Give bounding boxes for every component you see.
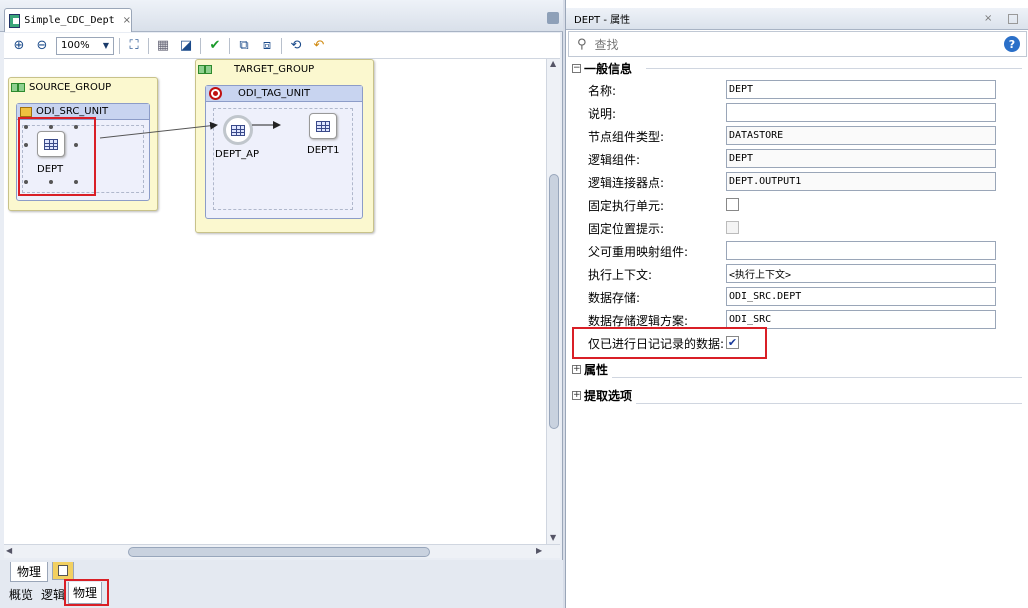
properties-title: DEPT - 属性 (574, 15, 631, 26)
mapping-canvas[interactable]: SOURCE_GROUP ODI_SRC_UNIT DEPT TARGET_GR… (4, 59, 546, 544)
toolbar-divider (281, 37, 282, 54)
prop-row-fixed-execution-unit: 固定执行单元: (588, 194, 998, 215)
prop-label-logical-connector: 逻辑连接器点: (588, 176, 665, 190)
vertical-scrollbar[interactable]: ▲ ▼ (546, 59, 560, 544)
expand-icon[interactable]: + (572, 364, 581, 374)
tab-overview[interactable]: 概览 (6, 584, 36, 604)
prop-row-description: 说明: (588, 102, 998, 123)
prop-label-parent-reusable: 父可重用映射组件: (588, 245, 689, 259)
tab-logical-label: 逻辑 (40, 587, 65, 602)
layout-icon[interactable]: ◪ (177, 37, 195, 55)
fixed-location-hint-checkbox[interactable] (726, 221, 739, 234)
tab-overview-label: 概览 (8, 587, 33, 602)
toolbar-divider (229, 37, 230, 54)
section-extract-label: 提取选项 (584, 388, 633, 403)
scroll-right-icon[interactable]: ▶ (536, 546, 542, 555)
search-icon: ⚲ (577, 36, 587, 52)
section-divider (646, 68, 1022, 69)
horizontal-scrollbar[interactable]: ◀ ▶ (4, 544, 560, 558)
toolbar-divider (119, 37, 120, 54)
fit-icon[interactable]: ⛶ (125, 37, 143, 55)
mapping-icon (9, 13, 21, 28)
ungroup-icon[interactable]: ⧈ (258, 37, 276, 55)
properties-search[interactable]: ⚲ 查找 ? (568, 31, 1027, 57)
prop-label-logical-component: 逻辑组件: (588, 153, 641, 167)
prop-label-name: 名称: (588, 84, 617, 98)
mapping-editor-panel: Simple_CDC_Dept × ⊕ ⊖ 100% ⛶ ▦ ◪ ✔ ⧉ ⧈ ⟲… (0, 0, 563, 608)
description-field[interactable] (726, 103, 996, 122)
editor-tab-simple-cdc-dept[interactable]: Simple_CDC_Dept × (4, 8, 132, 32)
refresh-icon[interactable]: ⟲ (287, 37, 305, 55)
vertical-scroll-thumb[interactable] (549, 174, 559, 429)
scroll-up-icon[interactable]: ▲ (550, 59, 556, 68)
scroll-left-icon[interactable]: ◀ (6, 546, 12, 555)
prop-label-fixed-execution-unit: 固定执行单元: (588, 199, 665, 213)
search-input[interactable]: 查找 (595, 36, 619, 53)
highlight-journalized-only (572, 327, 767, 359)
toolbar-divider (200, 37, 201, 54)
scroll-down-icon[interactable]: ▼ (550, 533, 556, 542)
minimize-icon[interactable] (1008, 14, 1018, 24)
zoom-out-icon[interactable]: ⊖ (33, 37, 51, 55)
undo-icon[interactable]: ↶ (310, 37, 328, 55)
grid-icon[interactable]: ▦ (154, 37, 172, 55)
zoom-select[interactable]: 100% (56, 36, 114, 55)
section-divider (636, 403, 1022, 404)
toolbar-divider (148, 37, 149, 54)
panel-menu-icon[interactable] (547, 12, 559, 24)
collapse-icon[interactable]: − (572, 63, 581, 73)
prop-row-fixed-location-hint: 固定位置提示: (588, 217, 998, 238)
expand-icon[interactable]: + (572, 390, 581, 400)
close-icon[interactable]: × (984, 13, 992, 24)
section-attributes-label: 属性 (584, 362, 609, 377)
close-icon[interactable]: × (123, 15, 131, 26)
connector-source-to-ap[interactable] (99, 121, 218, 139)
tab-physical-upper-label: 物理 (16, 565, 41, 579)
section-general[interactable]: − 一般信息 (572, 60, 632, 76)
section-extract-options[interactable]: + 提取选项 (572, 387, 632, 403)
prop-row-node-type: 节点组件类型: DATASTORE (588, 125, 998, 146)
validate-check-icon[interactable]: ✔ (206, 37, 224, 55)
datastore-field[interactable]: ODI_SRC.DEPT (726, 287, 996, 306)
node-type-field[interactable]: DATASTORE (726, 126, 996, 145)
fixed-execution-unit-checkbox[interactable] (726, 198, 739, 211)
highlight-physical-tab (64, 579, 109, 606)
tab-properties-icon[interactable] (52, 562, 74, 580)
help-icon[interactable]: ? (1004, 36, 1020, 52)
editor-toolbar: ⊕ ⊖ 100% ⛶ ▦ ◪ ✔ ⧉ ⧈ ⟲ ↶ (4, 33, 560, 59)
execution-context-field[interactable]: <执行上下文> (726, 264, 996, 283)
group-icon[interactable]: ⧉ (235, 37, 253, 55)
name-field[interactable]: DEPT (726, 80, 996, 99)
prop-row-logical-connector: 逻辑连接器点: DEPT.OUTPUT1 (588, 171, 998, 192)
horizontal-scroll-thumb[interactable] (128, 547, 430, 557)
editor-tab-bar: Simple_CDC_Dept × (0, 0, 563, 32)
section-divider (612, 377, 1022, 378)
note-icon (58, 565, 68, 576)
bottom-tab-area: 物理 概览 逻辑 物理 (0, 560, 563, 608)
tab-physical-upper[interactable]: 物理 (10, 562, 48, 582)
section-attributes[interactable]: + 属性 (572, 361, 608, 377)
section-general-label: 一般信息 (584, 61, 633, 76)
zoom-value: 100% (61, 40, 90, 51)
prop-label-fixed-location-hint: 固定位置提示: (588, 222, 665, 236)
properties-title-bar: DEPT - 属性 × (566, 8, 1028, 30)
connector-lines (99, 121, 281, 139)
prop-row-name: 名称: DEPT (588, 79, 998, 100)
prop-row-parent-reusable: 父可重用映射组件: (588, 240, 998, 261)
prop-label-execution-context: 执行上下文: (588, 268, 653, 282)
prop-label-description: 说明: (588, 107, 617, 121)
editor-tab-label: Simple_CDC_Dept (24, 15, 115, 26)
prop-row-datastore: 数据存储: ODI_SRC.DEPT (588, 286, 998, 307)
logical-component-field[interactable]: DEPT (726, 149, 996, 168)
prop-row-execution-context: 执行上下文: <执行上下文> (588, 263, 998, 284)
prop-row-logical-component: 逻辑组件: DEPT (588, 148, 998, 169)
properties-panel: DEPT - 属性 × ⚲ 查找 ? − 一般信息 名称: DEPT 说明: 节… (565, 0, 1028, 608)
prop-label-node-type: 节点组件类型: (588, 130, 665, 144)
parent-reusable-field[interactable] (726, 241, 996, 260)
zoom-in-icon[interactable]: ⊕ (10, 37, 28, 55)
prop-label-datastore: 数据存储: (588, 291, 641, 305)
logical-connector-field[interactable]: DEPT.OUTPUT1 (726, 172, 996, 191)
